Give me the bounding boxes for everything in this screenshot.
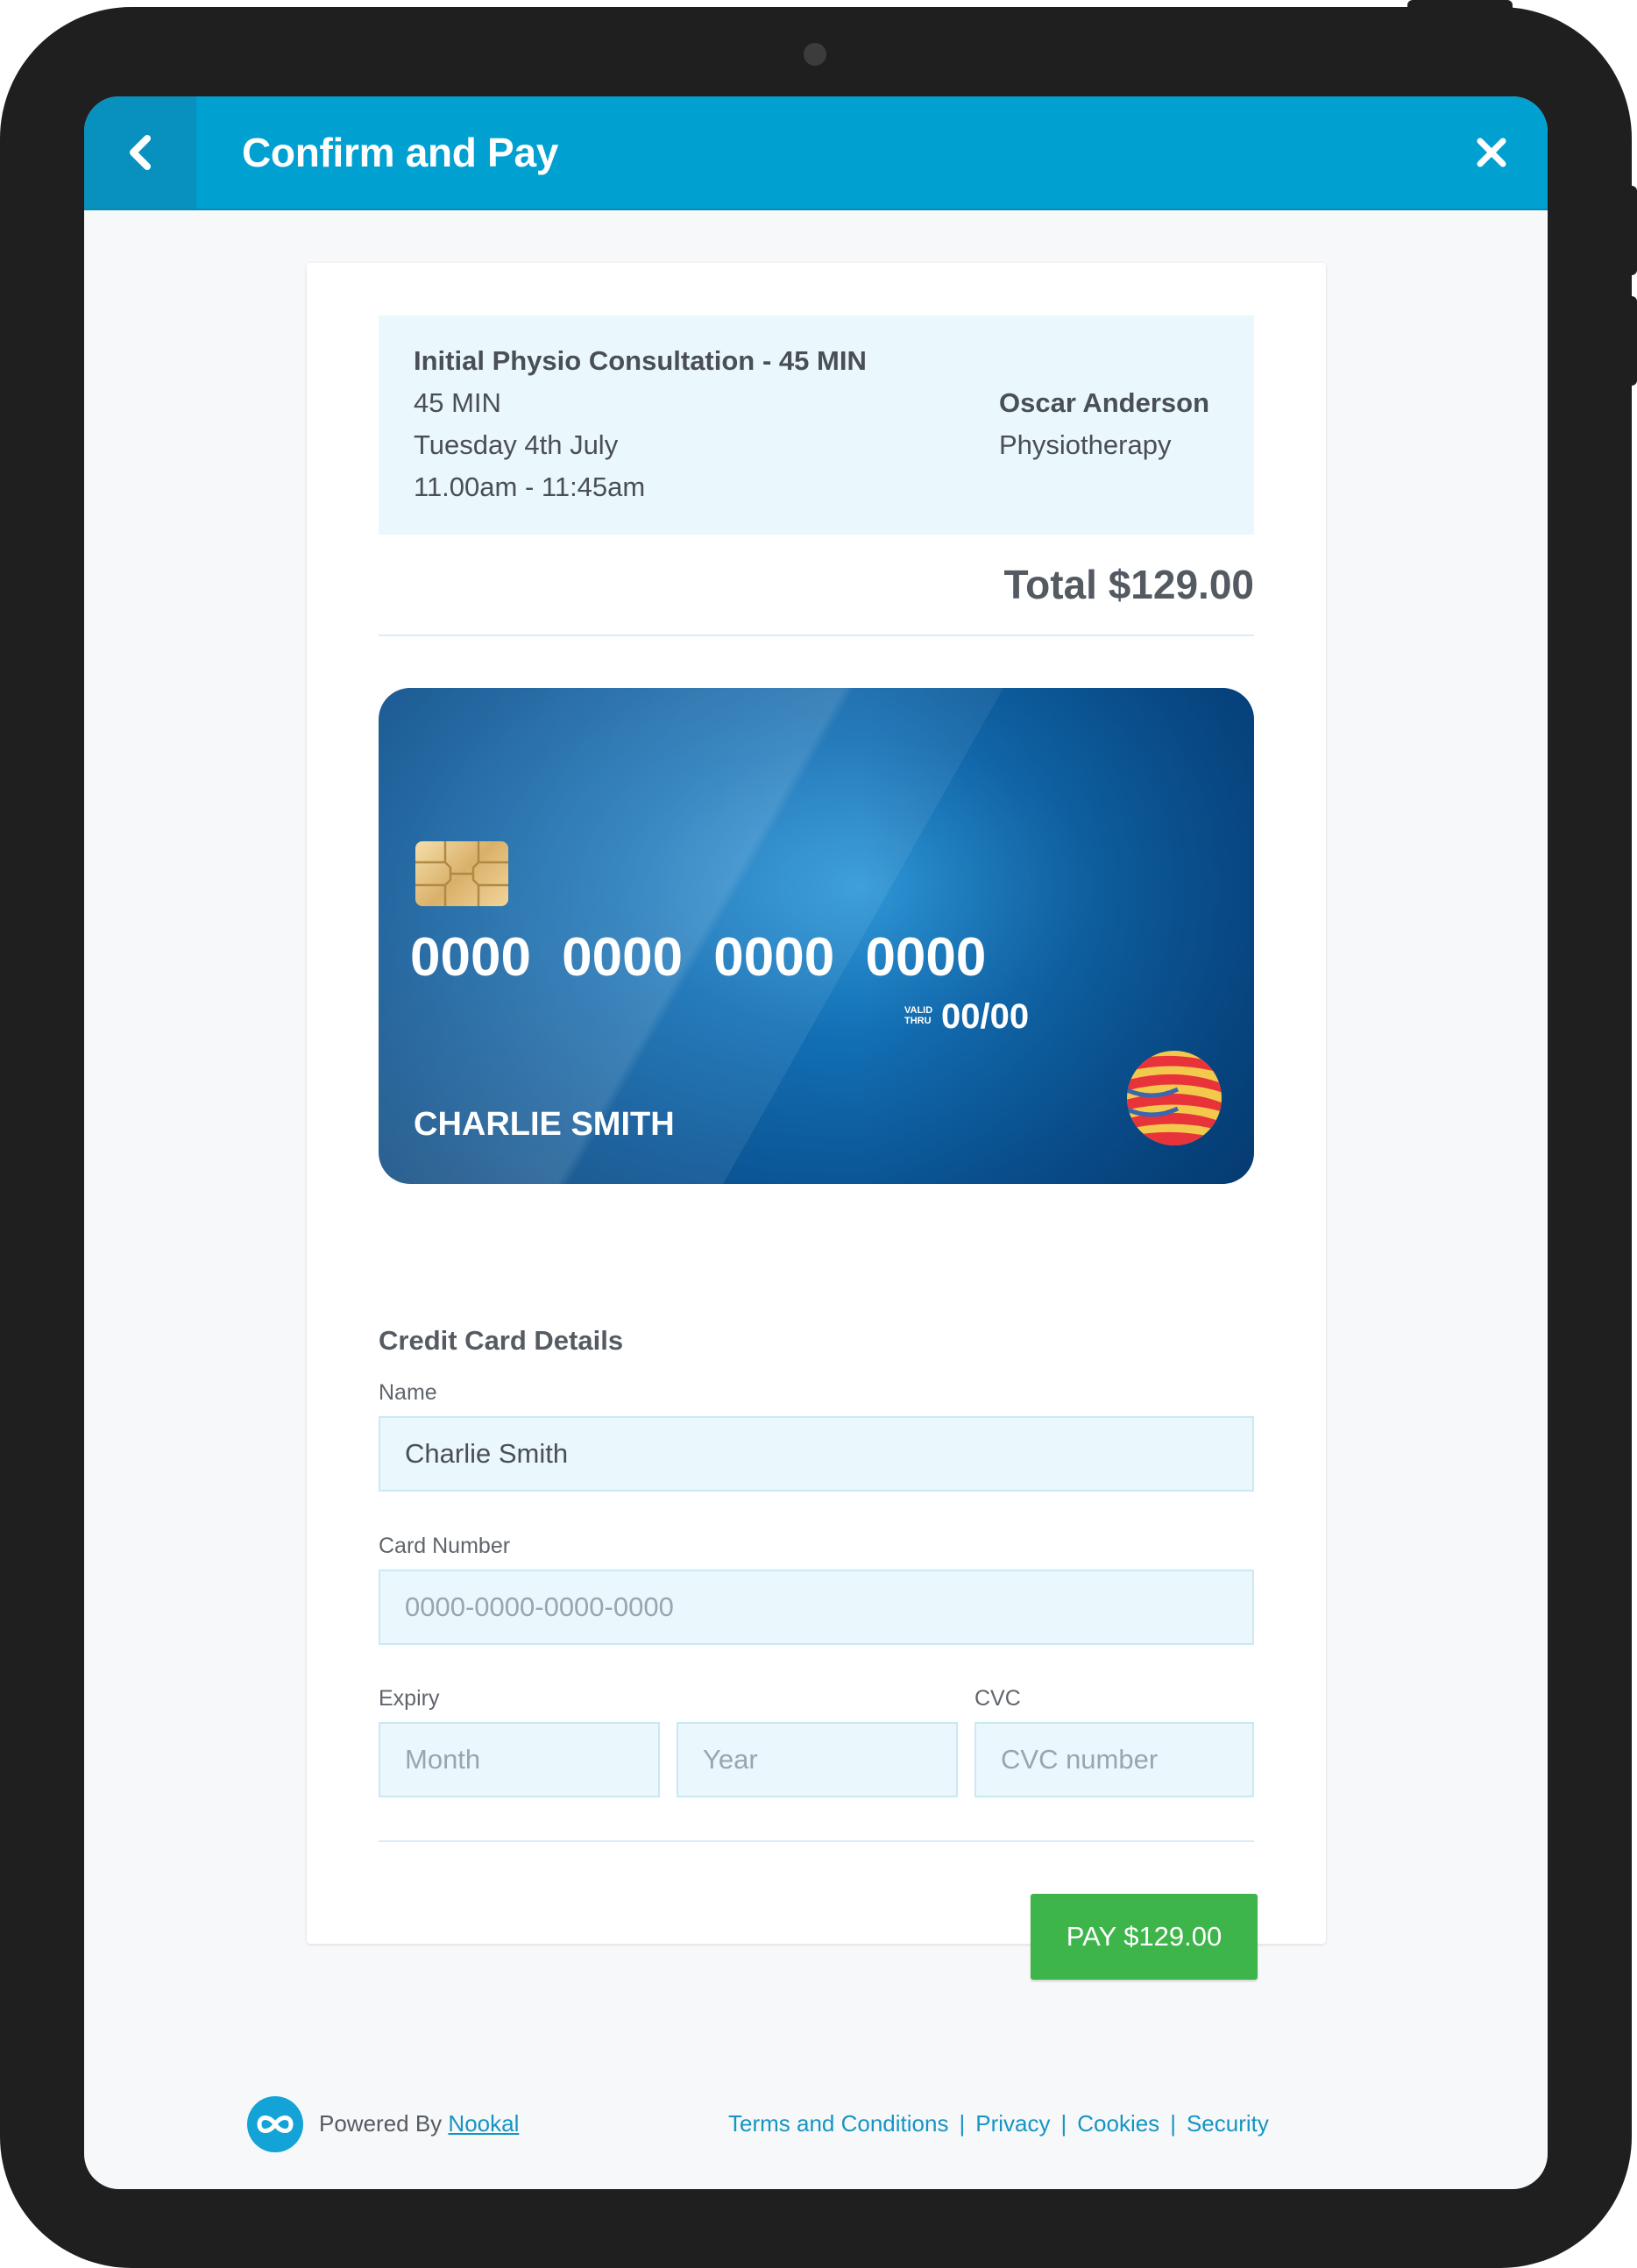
appointment-duration: 45 MIN <box>414 387 501 418</box>
security-link[interactable]: Security <box>1187 2110 1269 2137</box>
expiry-month-input[interactable] <box>379 1722 660 1797</box>
card-holder-preview: CHARLIE SMITH <box>414 1106 675 1143</box>
valid-thru-label: VALID THRU <box>904 1005 933 1026</box>
expiry-year-input[interactable] <box>677 1722 958 1797</box>
name-label: Name <box>379 1380 437 1405</box>
nookal-logo-icon <box>247 2096 303 2152</box>
cvc-label: CVC <box>974 1686 1021 1711</box>
card-chip-icon <box>415 841 508 906</box>
card-number-preview: 0000 0000 0000 0000 <box>410 927 987 988</box>
close-icon <box>1477 138 1506 167</box>
footer-links: Terms and Conditions | Privacy | Cookies | Sec… <box>728 2110 1269 2137</box>
divider <box>379 634 1254 636</box>
back-button[interactable] <box>84 96 196 209</box>
expiry-label: Expiry <box>379 1686 440 1711</box>
card-expiry-preview: 00/00 <box>941 997 1030 1036</box>
service-duration-suffix: - 45 MIN <box>762 345 867 376</box>
terms-link[interactable]: Terms and Conditions <box>728 2110 948 2137</box>
tablet-frame: Confirm and Pay Initial Physio Consultat… <box>0 7 1632 2268</box>
appointment-time: 11.00am - 11:45am <box>414 471 646 502</box>
checkout-panel: Initial Physio Consultation - 45 MIN 45 … <box>307 263 1326 1980</box>
card-brand-logo-icon <box>1127 1051 1222 1145</box>
order-total: Total $129.00 <box>1003 562 1254 607</box>
credit-card-details-heading: Credit Card Details <box>379 1325 624 1356</box>
cvc-input[interactable] <box>974 1722 1254 1797</box>
pay-button[interactable]: PAY $129.00 <box>1031 1894 1258 1980</box>
appointment-summary: Initial Physio Consultation - 45 MIN 45 … <box>379 315 1254 535</box>
card-number-input[interactable] <box>379 1570 1254 1645</box>
nookal-link[interactable]: Nookal <box>448 2110 519 2137</box>
privacy-link[interactable]: Privacy <box>975 2110 1050 2137</box>
close-button[interactable] <box>1465 126 1518 179</box>
front-camera <box>804 43 826 66</box>
practitioner-name: Oscar Anderson <box>999 387 1210 418</box>
header-bar: Confirm and Pay <box>84 96 1548 210</box>
name-input[interactable] <box>379 1416 1254 1492</box>
cookies-link[interactable]: Cookies <box>1077 2110 1159 2137</box>
page-title: Confirm and Pay <box>242 130 559 175</box>
divider <box>379 1840 1254 1842</box>
appointment-date: Tuesday 4th July <box>414 429 619 460</box>
service-name: Initial Physio Consultation <box>414 345 755 376</box>
powered-by: Powered By Nookal <box>319 2110 520 2137</box>
chevron-left-icon <box>130 135 151 170</box>
practitioner-discipline: Physiotherapy <box>999 429 1172 460</box>
card-number-label: Card Number <box>379 1534 511 1558</box>
credit-card-preview: 0000 0000 0000 0000 VALID THRU 00/00 CHA… <box>379 688 1254 1184</box>
app-screen: Confirm and Pay Initial Physio Consultat… <box>84 96 1548 2189</box>
